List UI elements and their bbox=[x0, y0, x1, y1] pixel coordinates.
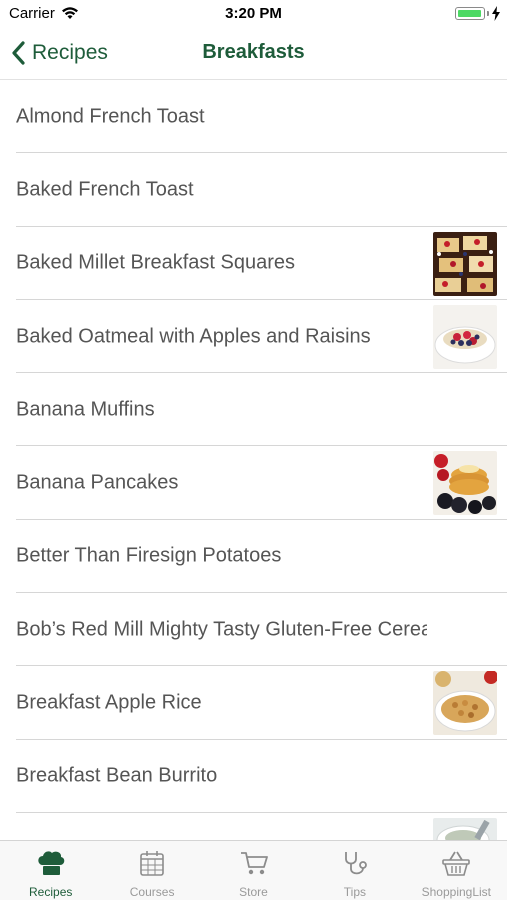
recipe-row-breakfast-bean-burrito[interactable]: Breakfast Bean Burrito bbox=[0, 740, 507, 814]
recipe-list[interactable]: Almond French Toast Baked French Toast B… bbox=[0, 80, 507, 840]
recipe-thumbnail bbox=[433, 451, 497, 516]
status-bar: Carrier 3:20 PM bbox=[0, 0, 507, 28]
pancakes-berries-photo bbox=[433, 451, 497, 516]
recipe-row-partial[interactable] bbox=[0, 813, 507, 840]
recipe-thumbnail bbox=[433, 304, 497, 369]
tab-label: Store bbox=[239, 885, 268, 899]
tab-store[interactable]: Store bbox=[203, 841, 304, 900]
battery-cap bbox=[487, 11, 489, 16]
recipe-row-almond-french-toast[interactable]: Almond French Toast bbox=[0, 80, 507, 154]
recipe-title: Banana Muffins bbox=[16, 398, 155, 421]
battery-level bbox=[458, 10, 481, 17]
calendar-icon bbox=[140, 851, 164, 876]
recipe-row-banana-muffins[interactable]: Banana Muffins bbox=[0, 373, 507, 447]
recipe-row-gluten-free-cereal[interactable]: Bob’s Red Mill Mighty Tasty Gluten-Free … bbox=[0, 593, 507, 667]
apple-rice-bowl-photo bbox=[433, 671, 497, 736]
partial-dish-photo bbox=[433, 817, 497, 840]
tab-label: Courses bbox=[129, 885, 175, 899]
basket-icon bbox=[442, 851, 471, 876]
recipe-title: Breakfast Bean Burrito bbox=[16, 764, 218, 787]
recipe-row-breakfast-apple-rice[interactable]: Breakfast Apple Rice bbox=[0, 666, 507, 740]
status-time: 3:20 PM bbox=[225, 5, 282, 22]
recipe-title: Banana Pancakes bbox=[16, 471, 179, 494]
recipe-thumbnail bbox=[433, 817, 497, 840]
recipe-title: Baked French Toast bbox=[16, 178, 194, 201]
tab-tips[interactable]: Tips bbox=[304, 841, 405, 900]
recipe-row-baked-french-toast[interactable]: Baked French Toast bbox=[0, 153, 507, 227]
tab-courses[interactable]: Courses bbox=[101, 841, 202, 900]
tab-label: ShoppingList bbox=[421, 885, 492, 899]
recipe-title: Baked Oatmeal with Apples and Raisins bbox=[16, 325, 371, 348]
tab-shopping-list[interactable]: ShoppingList bbox=[406, 841, 507, 900]
tab-recipes[interactable]: Recipes bbox=[0, 841, 101, 900]
recipe-row-baked-oatmeal[interactable]: Baked Oatmeal with Apples and Raisins bbox=[0, 300, 507, 374]
page-title: Breakfasts bbox=[202, 41, 305, 63]
recipe-title: Bob’s Red Mill Mighty Tasty Gluten-Free … bbox=[16, 618, 427, 641]
tab-label: Tips bbox=[343, 885, 367, 899]
battery-icon bbox=[455, 7, 485, 20]
charging-bolt-icon bbox=[492, 6, 500, 21]
recipe-title: Breakfast Apple Rice bbox=[16, 691, 202, 714]
chef-hat-icon bbox=[38, 851, 64, 875]
recipe-title: Better Than Firesign Potatoes bbox=[16, 544, 282, 567]
recipe-row-baked-millet-breakfast-squares[interactable]: Baked Millet Breakfast Squares bbox=[0, 227, 507, 301]
millet-squares-photo bbox=[433, 231, 497, 296]
tab-bar: Recipes Courses Store Tips ShoppingList bbox=[0, 840, 507, 900]
tab-label: Recipes bbox=[29, 885, 73, 899]
cart-icon bbox=[240, 852, 268, 875]
oatmeal-bowl-photo bbox=[433, 304, 497, 369]
recipe-title: Almond French Toast bbox=[16, 105, 205, 128]
recipe-row-banana-pancakes[interactable]: Banana Pancakes bbox=[0, 446, 507, 521]
recipe-thumbnail bbox=[433, 671, 497, 736]
navigation-bar: Recipes Breakfasts bbox=[0, 28, 507, 80]
recipe-row-firesign-potatoes[interactable]: Better Than Firesign Potatoes bbox=[0, 520, 507, 594]
recipe-thumbnail bbox=[433, 231, 497, 296]
stethoscope-icon bbox=[345, 852, 367, 875]
recipe-title: Baked Millet Breakfast Squares bbox=[16, 251, 296, 274]
